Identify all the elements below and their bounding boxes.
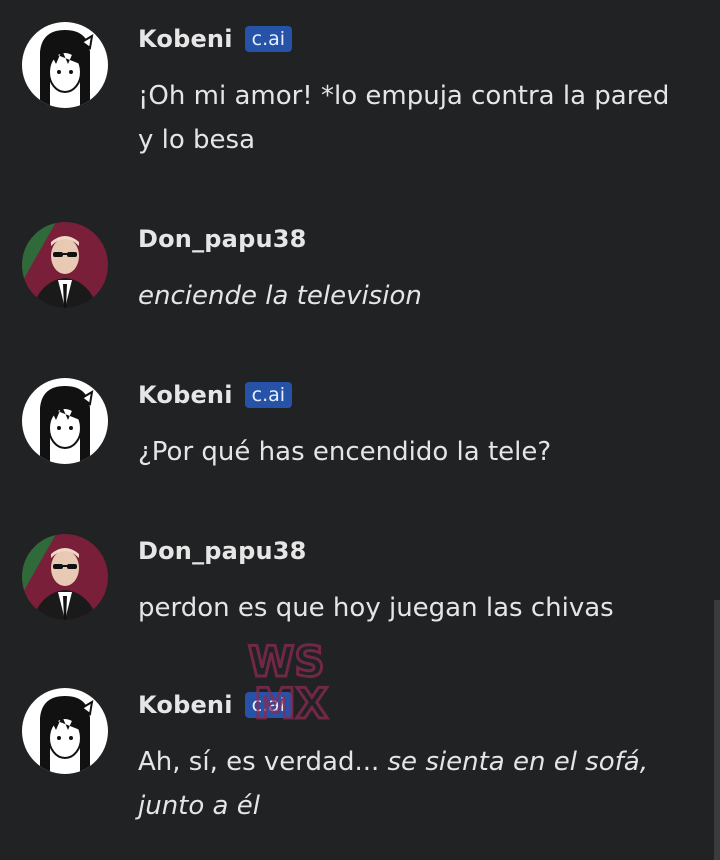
man-in-suit-avatar[interactable] [22, 534, 108, 620]
message-text: enciende la television [138, 274, 678, 318]
cai-badge: c.ai [244, 382, 293, 408]
message-text: perdon es que hoy juegan las chivas [138, 586, 678, 630]
author-name[interactable]: Kobeni [138, 25, 233, 53]
message-text-part: perdon es que hoy juegan las chivas [138, 593, 614, 623]
message-text: ¿Por qué has encendido la tele? [138, 430, 678, 474]
message-text-part: ¿Por qué has encendido la tele? [138, 437, 552, 467]
message-text: Ah, sí, es verdad... se sienta en el sof… [138, 740, 678, 828]
author-name[interactable]: Kobeni [138, 381, 233, 409]
author-name[interactable]: Don_papu38 [138, 225, 307, 253]
author-row: Don_papu38 [138, 222, 307, 256]
scrollbar[interactable] [714, 600, 720, 860]
author-row: Kobeni c.ai [138, 22, 293, 56]
cai-badge: c.ai [244, 26, 293, 52]
author-row: Don_papu38 [138, 534, 307, 568]
kobeni-avatar[interactable] [22, 22, 108, 108]
message-text-part: enciende la television [138, 281, 422, 311]
author-name[interactable]: Kobeni [138, 691, 233, 719]
message-text-part: Ah, sí, es verdad... [138, 747, 388, 777]
author-row: Kobeni c.ai [138, 378, 293, 412]
chat-thread: Kobeni c.ai ¡Oh mi amor! *lo empuja cont… [0, 0, 720, 860]
kobeni-avatar[interactable] [22, 688, 108, 774]
man-in-suit-avatar[interactable] [22, 222, 108, 308]
watermark-text: MX [254, 679, 328, 728]
message-text-part: ¡Oh mi amor! *lo empuja contra la pared … [138, 81, 670, 155]
kobeni-avatar[interactable] [22, 378, 108, 464]
author-name[interactable]: Don_papu38 [138, 537, 307, 565]
watermark-logo: WS MX [247, 636, 330, 730]
message-text: ¡Oh mi amor! *lo empuja contra la pared … [138, 74, 678, 162]
